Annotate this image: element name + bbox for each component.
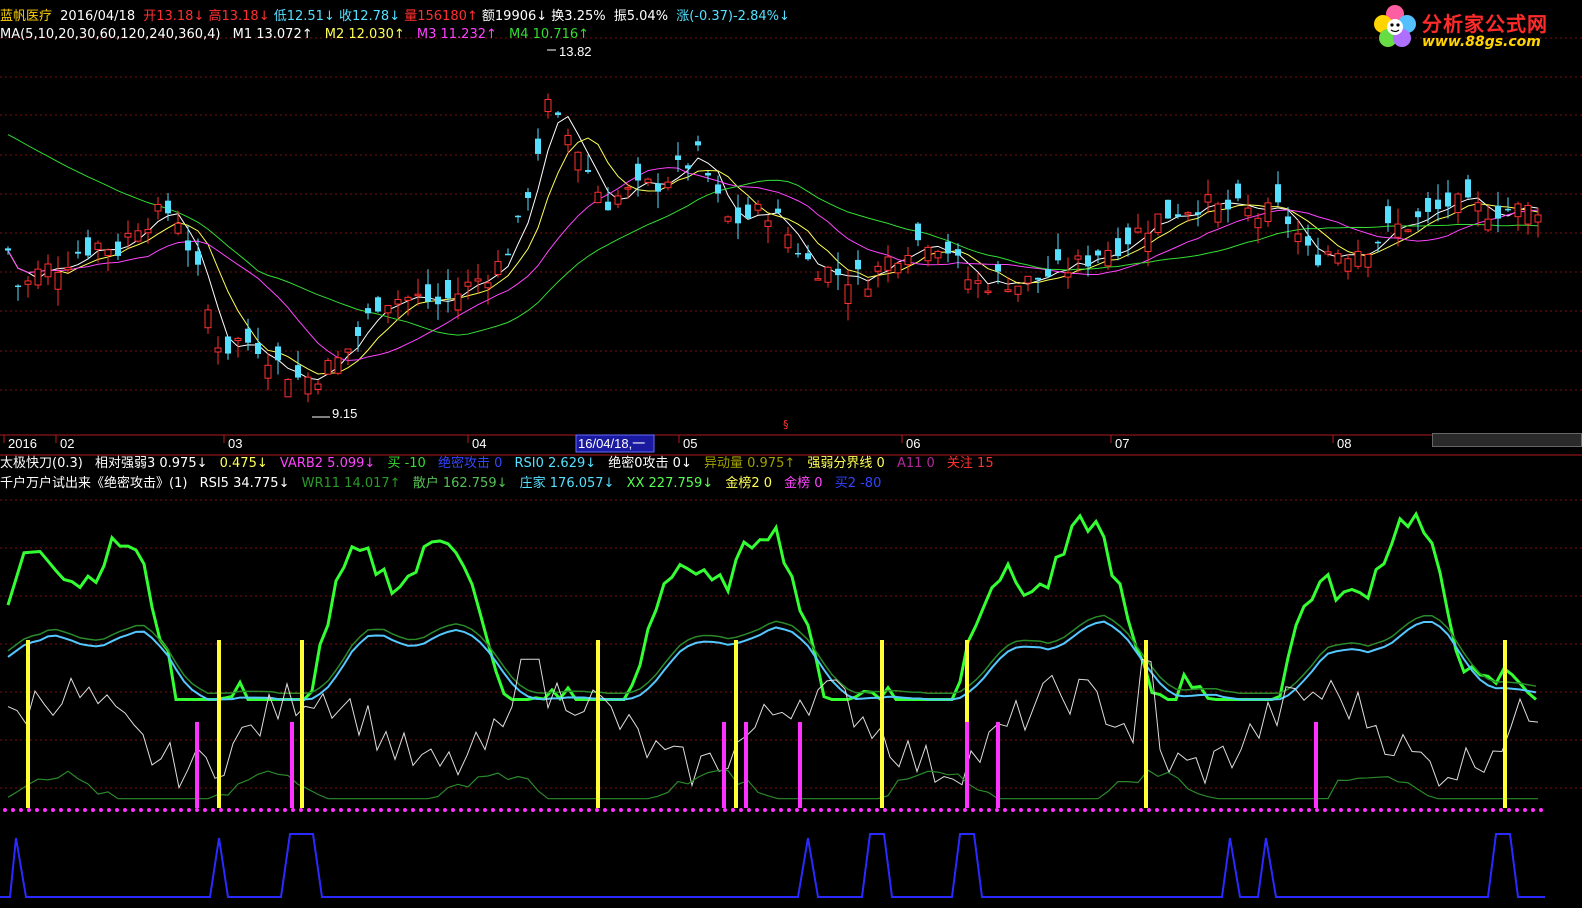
ind-secret0-attack: 绝密0攻击 0↓ [608,456,692,471]
time-axis-label: 03 [228,436,242,451]
volume: 量156180↑ [404,9,478,24]
ma-header: MA(5,10,20,30,60,120,240,360,4) M1 13.07… [0,27,589,43]
site-logo: 分析家公式网 www.88gs.com [1370,2,1570,58]
time-axis-label: 07 [1115,436,1129,451]
ind-buy2: 买2 -80 [834,476,882,491]
time-cursor-label: 16/04/18,一 [578,436,645,451]
flower-logo-icon [1374,5,1416,47]
stock-chart-window: 13.82 9.15 § 2016 02 03 04 05 06 07 08 16/04/18… [0,0,1582,908]
ind-varb2: VARB2 5.099↓ [279,456,376,471]
high-price-label: 13.82 [559,44,592,59]
amount: 额19906↓ [481,9,548,24]
time-axis-label: 04 [472,436,486,451]
amplitude: 振5.04% [613,9,669,24]
stock-name: 蓝帆医疗 [0,9,53,24]
ma-m4: M4 10.716↑ [509,27,590,42]
open-price: 开13.18↓ [143,9,205,24]
ma-m2: M2 12.030↑ [324,27,405,42]
quote-header: 蓝帆医疗 2016/04/18 开13.18↓ 高13.18↓ 低12.51↓ … [0,9,790,25]
ind-abnormal-volume: 异动量 0.975↑ [704,456,796,471]
time-axis-label: 02 [60,436,74,451]
indicator-title-1: 太极快刀(0.3) [0,456,83,471]
candlestick-series [5,93,1542,403]
ind-a11: A11 0 [896,456,935,471]
time-axis-label: 05 [683,436,697,451]
ind-value-2: 0.475↓ [219,456,268,471]
ind-dealer: 庄家 176.057↓ [519,476,615,491]
low-price: 低12.51↓ [273,9,335,24]
time-axis-label: 08 [1337,436,1351,451]
ma-m3: M3 11.232↑ [416,27,497,42]
time-axis-label: 06 [906,436,920,451]
ind-gold2: 金榜2 0 [725,476,773,491]
indicator-title-2: 千户万户试出来《绝密攻击》(1) [0,476,188,491]
low-price-label: 9.15 [332,406,357,421]
chart-scrollbar[interactable] [1432,433,1582,447]
chart-canvas[interactable]: 13.82 9.15 § 2016 02 03 04 05 06 07 08 16/04/18… [0,0,1582,908]
ind-rsi5: RSI5 34.775↓ [199,476,290,491]
logo-url: www.88gs.com [1422,34,1541,50]
time-axis-label: 2016 [8,436,37,451]
price-grid [0,37,1582,391]
quote-date: 2016/04/18 [60,9,136,24]
cursor-marker-icon: § [783,418,789,431]
time-axis: 2016 02 03 04 05 06 07 08 16/04/18,一 [0,434,1582,456]
price-change: 涨(-0.37)-2.84%↓ [676,9,790,24]
close-price: 收12.78↓ [338,9,401,24]
ind-rsi0: RSI0 2.629↓ [514,456,597,471]
ma-m1: M1 13.072↑ [232,27,313,42]
ind-wr11: WR11 14.017↑ [301,476,401,491]
ind-buy: 买 -10 [387,456,426,471]
turnover: 换3.25% [551,9,606,24]
ind-strength-line: 强弱分界线 0 [807,456,885,471]
logo-text: 分析家公式网 [1422,12,1548,36]
ind-gold: 金榜 0 [784,476,823,491]
ind-focus: 关注 15 [946,456,994,471]
indicator-header-2: 千户万户试出来《绝密攻击》(1) RSI5 34.775↓ WR11 14.01… [0,476,881,492]
ind-xx: XX 227.759↓ [626,476,714,491]
ind-retail: 散户 162.759↓ [412,476,508,491]
ind-rel-strength: 相对强弱3 0.975↓ [94,456,208,471]
indicator-series [0,510,1545,898]
ma-params: MA(5,10,20,30,60,120,240,360,4) [0,27,221,42]
high-price: 高13.18↓ [208,9,270,24]
ind-secret-attack: 绝密攻击 0 [437,456,503,471]
indicator-header-1: 太极快刀(0.3) 相对强弱3 0.975↓ 0.475↓ VARB2 5.09… [0,456,994,472]
